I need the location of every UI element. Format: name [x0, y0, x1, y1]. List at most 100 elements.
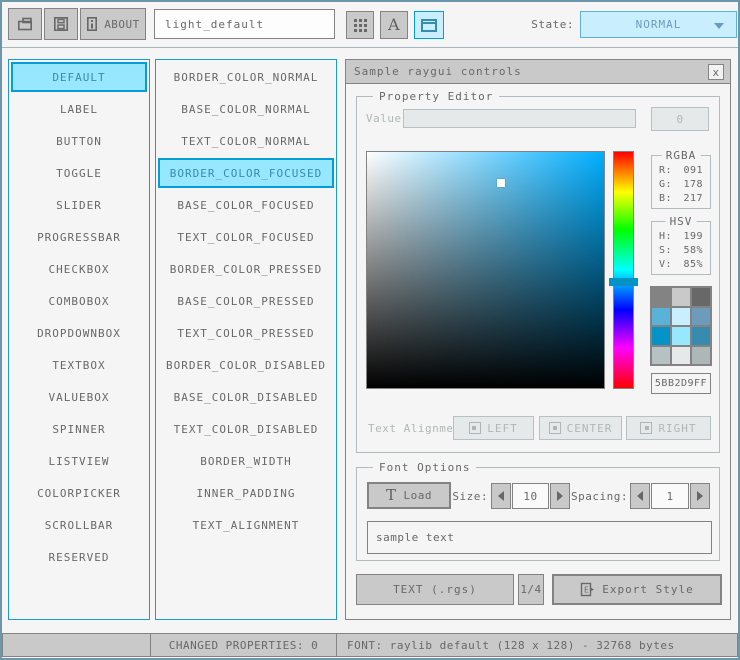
hue-slider-handle[interactable] — [609, 278, 638, 286]
palette-swatch[interactable] — [652, 327, 670, 345]
list-item-control-slider[interactable]: SLIDER — [11, 190, 147, 220]
hue-label: H: — [659, 230, 672, 244]
align-left-button[interactable]: LEFT — [453, 416, 534, 440]
palette-swatch[interactable] — [672, 347, 690, 365]
align-center-button[interactable]: CENTER — [539, 416, 622, 440]
state-dropdown[interactable]: NORMAL — [580, 11, 737, 38]
font-size-value[interactable]: 10 — [512, 483, 549, 509]
open-file-button[interactable] — [8, 8, 42, 40]
window-view-button[interactable] — [414, 11, 444, 39]
list-item-control-combobox[interactable]: COMBOBOX — [11, 286, 147, 316]
font-size-label: Size: — [446, 490, 488, 503]
list-item-control-reserved[interactable]: RESERVED — [11, 542, 147, 572]
status-cell-changed-properties: CHANGED PROPERTIES: 0 — [150, 633, 337, 657]
green-label: G: — [659, 178, 672, 192]
list-item-control-textbox[interactable]: TEXTBOX — [11, 350, 147, 380]
hex-color-input[interactable]: 5BB2D9FF — [651, 373, 711, 394]
status-cell-font-info: FONT: raylib default (128 x 128) - 32768… — [336, 633, 738, 657]
font-spacing-label: Spacing: — [570, 490, 628, 503]
list-item-property-border-color-pressed[interactable]: BORDER_COLOR_PRESSED — [158, 254, 334, 284]
export-format-index: 1/4 — [520, 583, 541, 596]
font-size-text: 10 — [523, 490, 537, 503]
list-item-property-base-color-normal[interactable]: BASE_COLOR_NORMAL — [158, 94, 334, 124]
grid-view-button[interactable] — [346, 11, 374, 39]
saturation-label: S: — [659, 244, 672, 258]
rgba-green-row: G: 178 — [652, 178, 710, 192]
state-label: State: — [498, 18, 574, 31]
palette-swatch[interactable] — [652, 308, 670, 326]
list-item-property-text-color-focused[interactable]: TEXT_COLOR_FOCUSED — [158, 222, 334, 252]
list-item-control-valuebox[interactable]: VALUEBOX — [11, 382, 147, 412]
export-style-label: Export Style — [602, 583, 693, 596]
list-item-control-progressbar[interactable]: PROGRESSBAR — [11, 222, 147, 252]
list-item-property-text-alignment[interactable]: TEXT_ALIGNMENT — [158, 510, 334, 540]
close-button[interactable]: x — [708, 64, 724, 80]
palette-swatch[interactable] — [652, 347, 670, 365]
toolbar: ABOUT A State: NORMAL — [2, 2, 738, 48]
style-name-input[interactable] — [154, 9, 335, 39]
list-item-control-spinner[interactable]: SPINNER — [11, 414, 147, 444]
property-editor-group-label: Property Editor — [373, 90, 499, 103]
font-load-button[interactable]: T Load — [367, 482, 451, 509]
font-view-button[interactable]: A — [380, 11, 408, 39]
palette-swatch[interactable] — [672, 288, 690, 306]
changed-properties-text: CHANGED PROPERTIES: 0 — [169, 639, 319, 652]
hex-color-value: 5BB2D9FF — [655, 378, 707, 389]
palette-swatch[interactable] — [672, 327, 690, 345]
align-center-label: CENTER — [567, 422, 613, 435]
color-picker-cursor[interactable] — [497, 179, 505, 187]
window-titlebar[interactable]: Sample raygui controls — [346, 60, 730, 84]
hue-slider[interactable] — [613, 151, 634, 389]
list-item-property-base-color-focused[interactable]: BASE_COLOR_FOCUSED — [158, 190, 334, 220]
list-item-control-toggle[interactable]: TOGGLE — [11, 158, 147, 188]
list-item-control-default[interactable]: DEFAULT — [11, 62, 147, 92]
rgba-group: RGBA R: 091 G: 178 B: 217 — [651, 155, 711, 209]
palette-swatch[interactable] — [672, 308, 690, 326]
list-item-control-label[interactable]: LABEL — [11, 94, 147, 124]
font-t-icon: T — [386, 488, 397, 503]
save-file-button[interactable] — [44, 8, 78, 40]
list-item-property-inner-padding[interactable]: INNER_PADDING — [158, 478, 334, 508]
list-item-property-border-color-normal[interactable]: BORDER_COLOR_NORMAL — [158, 62, 334, 92]
sample-text-input[interactable]: sample text — [367, 521, 712, 554]
list-item-control-listview[interactable]: LISTVIEW — [11, 446, 147, 476]
palette-swatch[interactable] — [692, 308, 710, 326]
export-format-index-button[interactable]: 1/4 — [518, 574, 544, 605]
list-item-property-border-color-disabled[interactable]: BORDER_COLOR_DISABLED — [158, 350, 334, 380]
list-item-property-text-color-disabled[interactable]: TEXT_COLOR_DISABLED — [158, 414, 334, 444]
list-item-property-border-width[interactable]: BORDER_WIDTH — [158, 446, 334, 476]
font-spacing-increase-button[interactable] — [690, 483, 710, 509]
font-size-decrease-button[interactable] — [491, 483, 511, 509]
align-center-icon — [549, 422, 561, 434]
value-hsv-value: 85% — [683, 258, 703, 272]
value-apply-button[interactable]: 0 — [651, 107, 709, 131]
palette-swatch[interactable] — [652, 288, 670, 306]
list-item-property-text-color-pressed[interactable]: TEXT_COLOR_PRESSED — [158, 318, 334, 348]
list-item-property-border-color-focused[interactable]: BORDER_COLOR_FOCUSED — [158, 158, 334, 188]
list-item-control-colorpicker[interactable]: COLORPICKER — [11, 478, 147, 508]
font-spacing-value[interactable]: 1 — [651, 483, 689, 509]
list-item-control-dropdownbox[interactable]: DROPDOWNBOX — [11, 318, 147, 348]
list-item-property-base-color-disabled[interactable]: BASE_COLOR_DISABLED — [158, 382, 334, 412]
folder-open-icon — [16, 16, 34, 32]
align-right-button[interactable]: RIGHT — [626, 416, 711, 440]
list-item-control-checkbox[interactable]: CHECKBOX — [11, 254, 147, 284]
close-icon: x — [712, 66, 719, 79]
list-item-control-scrollbar[interactable]: SCROLLBAR — [11, 510, 147, 540]
export-style-button[interactable]: E Export Style — [552, 574, 722, 605]
chevron-left-icon — [498, 491, 504, 501]
palette-swatch[interactable] — [692, 347, 710, 365]
align-right-label: RIGHT — [658, 422, 696, 435]
list-item-control-button[interactable]: BUTTON — [11, 126, 147, 156]
font-size-increase-button[interactable] — [550, 483, 570, 509]
palette-swatch[interactable] — [692, 327, 710, 345]
export-format-combobox[interactable]: TEXT (.rgs) — [356, 574, 514, 605]
list-item-property-text-color-normal[interactable]: TEXT_COLOR_NORMAL — [158, 126, 334, 156]
value-input[interactable] — [403, 109, 636, 128]
about-button[interactable]: ABOUT — [80, 8, 146, 40]
color-saturation-value-panel[interactable] — [366, 151, 605, 389]
list-item-property-base-color-pressed[interactable]: BASE_COLOR_PRESSED — [158, 286, 334, 316]
font-spacing-decrease-button[interactable] — [630, 483, 650, 509]
palette-swatch[interactable] — [692, 288, 710, 306]
grid-icon — [354, 19, 367, 32]
